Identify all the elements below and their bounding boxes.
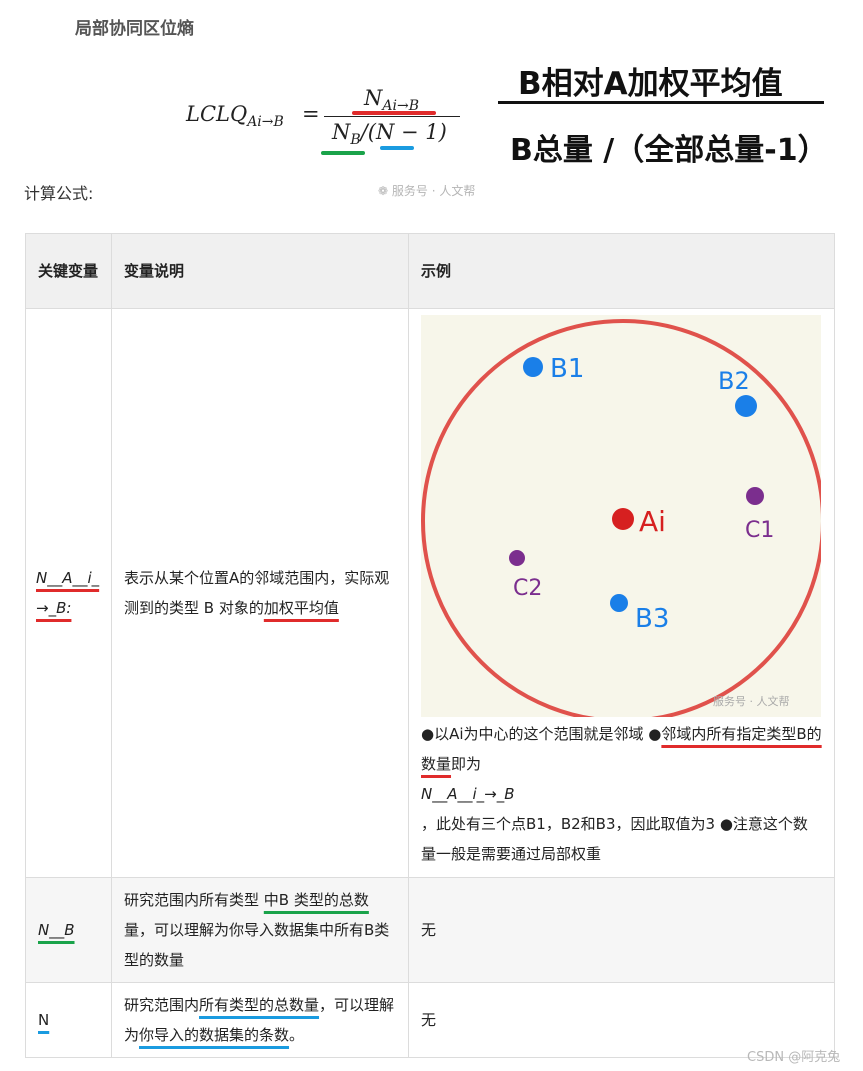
wechat-icon: ❁ xyxy=(378,184,392,198)
fraction-bar xyxy=(324,116,460,117)
annotation-denominator: B总量 /（全部总量-1） xyxy=(510,133,828,168)
point-c1 xyxy=(746,487,764,505)
var-cell: N__B xyxy=(25,877,112,983)
var-cell: N xyxy=(25,982,112,1058)
weighted-average-highlight: 加权平均值 xyxy=(263,599,339,617)
header-example: 示例 xyxy=(408,233,835,309)
desc-cell: 研究范围内所有类型的总数量，可以理解为你导入的数据集的条数。 xyxy=(111,982,409,1058)
point-b1 xyxy=(523,357,543,377)
desc-cell: 表示从某个位置A的邻域范围内，实际观测到的类型 B 对象的加权平均值 xyxy=(111,308,409,878)
point-b3 xyxy=(610,594,628,612)
neighborhood-diagram: B1 B2 C1 Ai C2 B3 服务号 · 人文帮 xyxy=(421,315,821,717)
point-b2 xyxy=(735,395,757,417)
dataset-count-highlight: 你导入的数据集的条数 xyxy=(139,1026,290,1044)
example-cell: 无 xyxy=(408,877,835,983)
var-n: N xyxy=(38,1011,50,1029)
annotation-numerator: B相对A加权平均值 xyxy=(518,66,783,102)
point-c2 xyxy=(509,550,525,566)
table-header-row: 关键变量 变量说明 示例 xyxy=(25,233,835,309)
watermark: ❁ 服务号 · 人文帮 xyxy=(378,184,476,198)
annotation-fraction-bar xyxy=(498,101,824,104)
footer-credit: CSDN @阿克兔 xyxy=(747,1050,841,1065)
label-ai: Ai xyxy=(639,505,666,538)
label-b2: B2 xyxy=(718,367,750,395)
example-text: ●以Ai为中心的这个范围就是邻域 ●邻域内所有指定类型B的数量即为 N__A__… xyxy=(421,725,822,863)
diagram-watermark: 服务号 · 人文帮 xyxy=(713,694,790,708)
nb-underline xyxy=(321,151,365,155)
label-b3: B3 xyxy=(635,604,669,634)
formula-lhs: LCLQAi→B xyxy=(186,102,284,131)
formula-denominator: NB/(N − 1) xyxy=(332,120,447,149)
calc-label: 计算公式: xyxy=(24,184,94,203)
example-cell: B1 B2 C1 Ai C2 B3 服务号 · 人文帮 ●以Ai为中心的这个范围… xyxy=(408,308,835,878)
example-var: N__A__i_→_B xyxy=(421,785,515,803)
desc-cell: 研究范围内所有类型 中B 类型的总数量，可以理解为你导入数据集中所有B类型的数量 xyxy=(111,877,409,983)
header-variable-description: 变量说明 xyxy=(111,233,409,309)
section-heading: 局部协同区位熵 xyxy=(75,19,194,39)
table-row: N__B 研究范围内所有类型 中B 类型的总数量，可以理解为你导入数据集中所有B… xyxy=(25,877,835,983)
variables-table: 关键变量 变量说明 示例 N__A__i_→_B: 表示从某个位置A的邻域范围内… xyxy=(25,233,835,1058)
table-row: N 研究范围内所有类型的总数量，可以理解为你导入的数据集的条数。 无 xyxy=(25,982,835,1058)
b-total-highlight: 中B 类型的总数 xyxy=(263,891,369,909)
numerator-underline xyxy=(352,111,436,115)
header-key-variable: 关键变量 xyxy=(25,233,112,309)
label-c1: C1 xyxy=(745,518,774,543)
var-n-ai-b: N__A__i_→_B: xyxy=(36,569,100,617)
table-row: N__A__i_→_B: 表示从某个位置A的邻域范围内，实际观测到的类型 B 对… xyxy=(25,308,835,878)
var-nb: N__B xyxy=(38,921,75,939)
var-cell: N__A__i_→_B: xyxy=(25,308,112,878)
all-total-highlight: 所有类型的总数量 xyxy=(199,996,320,1014)
formula-equals: = xyxy=(302,102,320,126)
point-ai xyxy=(612,508,634,530)
label-c2: C2 xyxy=(513,576,542,601)
label-b1: B1 xyxy=(550,354,584,384)
n-underline xyxy=(380,146,414,150)
formula-numerator: NAi→B xyxy=(364,86,419,115)
